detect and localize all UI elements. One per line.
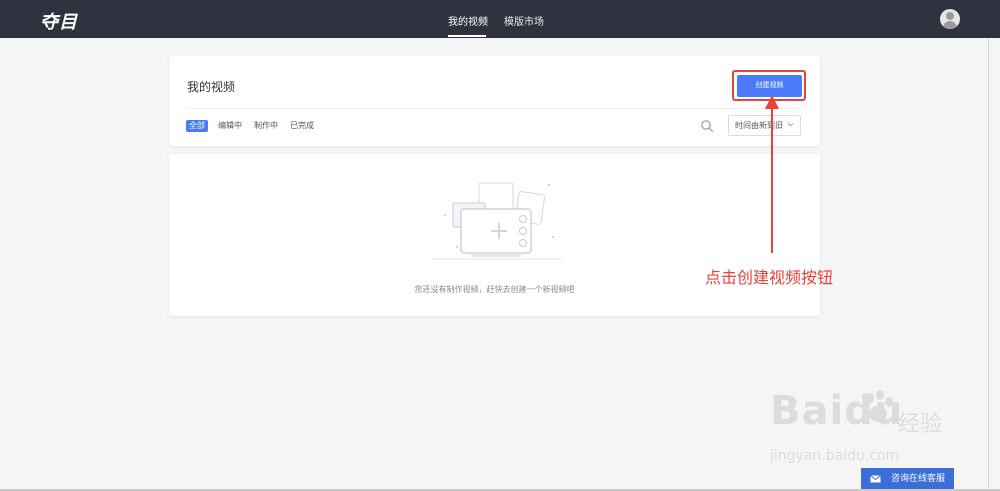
filter-producing[interactable]: 制作中: [251, 120, 281, 132]
arrow-up-icon: [765, 95, 779, 253]
search-icon[interactable]: [700, 119, 714, 133]
active-tab-indicator: [448, 35, 486, 37]
tab-template-market[interactable]: 模版市场: [504, 13, 544, 28]
empty-video-illustration: [432, 182, 562, 260]
annotation-text: 点击创建视频按钮: [705, 268, 834, 287]
videos-header-card: 我的视频 创建视频 全部 编辑中 制作中 已完成 时间由新到旧: [169, 56, 820, 146]
header-divider: [187, 108, 802, 109]
online-service-button[interactable]: 咨询在线客服: [861, 468, 954, 491]
watermark-brand-cn: 经验: [898, 412, 943, 437]
top-navbar: 夺目 我的视频 模版市场: [0, 0, 1000, 38]
filter-completed[interactable]: 已完成: [287, 120, 317, 132]
filter-editing[interactable]: 编辑中: [215, 120, 245, 132]
paw-icon: [862, 390, 893, 422]
watermark: Baidu 经验 jingyan.baidu.com: [770, 388, 950, 468]
mail-icon: [870, 475, 881, 483]
chevron-down-icon: [787, 122, 794, 127]
app-logo[interactable]: 夺目: [40, 8, 78, 34]
videos-list-card: 您还没有制作视频，赶快去创建一个新视频吧: [169, 154, 820, 316]
watermark-url: jingyan.baidu.com: [770, 448, 900, 464]
user-avatar-icon[interactable]: [940, 9, 960, 29]
online-service-label: 咨询在线客服: [891, 474, 946, 484]
scroll-edge: [988, 38, 989, 491]
tab-my-videos[interactable]: 我的视频: [448, 13, 488, 28]
filter-all[interactable]: 全部: [186, 120, 208, 132]
page-title: 我的视频: [187, 80, 236, 94]
